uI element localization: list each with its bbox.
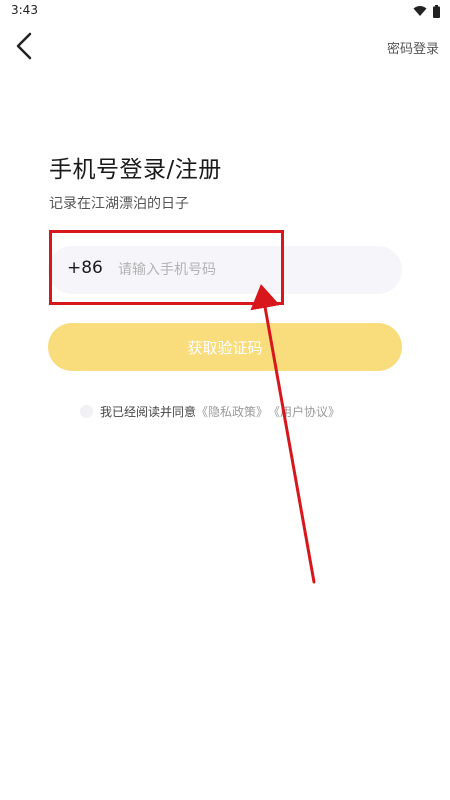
chevron-left-icon (16, 32, 32, 60)
user-agreement-link[interactable]: 《用户协议》 (268, 403, 340, 420)
annotation-arrow (250, 284, 316, 584)
status-bar: 3:43 (0, 0, 450, 24)
status-time: 3:43 (11, 3, 38, 17)
status-icons (413, 4, 440, 18)
wifi-icon (413, 6, 427, 16)
page-title: 手机号登录/注册 (49, 157, 222, 183)
country-code[interactable]: +86 (67, 258, 103, 278)
password-login-link[interactable]: 密码登录 (387, 38, 439, 57)
agree-checkbox[interactable] (80, 404, 93, 418)
get-code-button[interactable]: 获取验证码 (48, 323, 402, 371)
battery-icon (433, 4, 440, 18)
phone-input[interactable] (118, 255, 378, 285)
login-screen: 3:43 密码登录 手机号登录/注册 记录在江湖漂泊的日子 +86 获取验证码 … (0, 0, 450, 800)
privacy-policy-link[interactable]: 《隐私政策》 (196, 403, 268, 420)
page-subtitle: 记录在江湖漂泊的日子 (49, 196, 189, 212)
agreement-row: 我已经阅读并同意 《隐私政策》 《用户协议》 (80, 402, 340, 420)
agreement-text: 我已经阅读并同意 (100, 404, 197, 419)
back-button[interactable] (10, 30, 38, 62)
phone-field[interactable]: +86 (48, 246, 402, 294)
